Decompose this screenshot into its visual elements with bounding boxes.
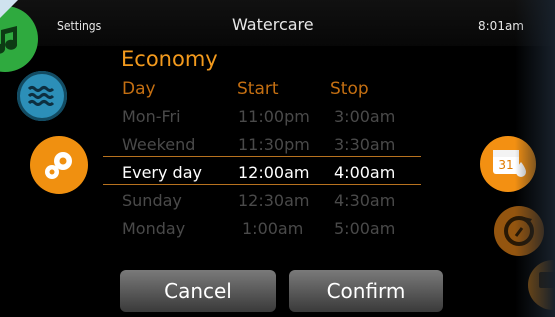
col-day: Day [122,79,156,99]
gear-icon[interactable] [30,136,88,194]
schedule-row[interactable]: Monday 1:00am 5:00am [122,219,422,247]
bezel-corner [0,0,18,18]
row-day: Every day [122,163,202,182]
schedule-row[interactable]: Sunday 12:30am 4:30am [122,191,422,219]
confirm-button[interactable]: Confirm [289,270,443,312]
settings-link[interactable]: Settings [57,19,101,33]
right-edge-fade [515,0,555,317]
col-start: Start [237,79,279,99]
row-day: Weekend [122,135,196,154]
cancel-button[interactable]: Cancel [120,270,276,312]
row-stop: 4:00am [334,163,396,182]
row-stop: 4:30am [334,191,396,210]
program-name: Economy [121,47,218,71]
row-day: Sunday [122,191,182,210]
col-stop: Stop [330,79,369,99]
row-start: 1:00am [242,219,304,238]
gears-icon [45,152,72,179]
row-stop: 5:00am [334,219,396,238]
row-start: 12:30am [238,191,310,210]
water-icon[interactable] [17,71,67,121]
schedule-row[interactable]: Mon-Fri 11:00pm 3:00am [122,107,422,135]
row-stop: 3:30am [334,135,396,154]
schedule-row-selected[interactable]: Every day 12:00am 4:00am [122,163,422,191]
page-title: Watercare [232,15,314,34]
schedule-row[interactable]: Weekend 11:30pm 3:30am [122,135,422,163]
row-day: Monday [122,219,186,238]
row-day: Mon-Fri [122,107,181,126]
row-start: 11:30pm [238,135,310,154]
selection-top-line [103,156,421,157]
device-screen: Settings Watercare 8:01am 31 Economy Day… [0,0,555,317]
row-stop: 3:00am [334,107,396,126]
calendar-day-number: 31 [498,158,513,172]
row-start: 12:00am [238,163,310,182]
waves-icon [27,86,55,106]
selection-bottom-line [103,184,421,185]
row-start: 11:00pm [238,107,310,126]
